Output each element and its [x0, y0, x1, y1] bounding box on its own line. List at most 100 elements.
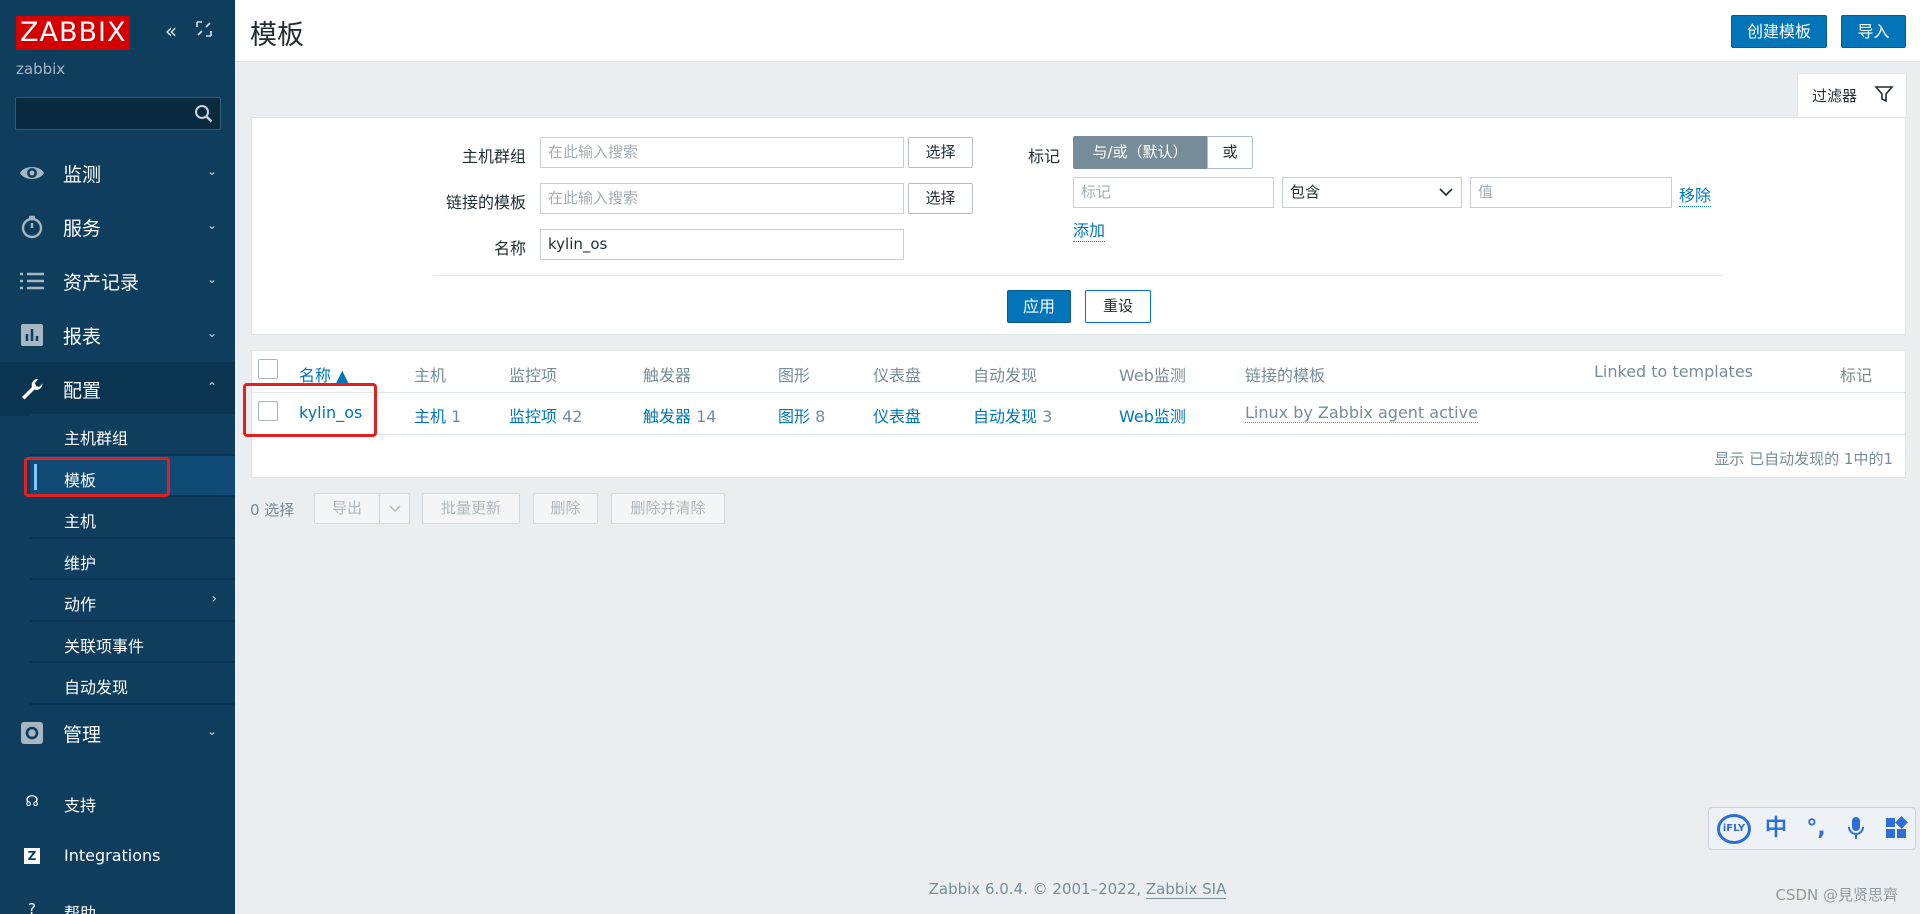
submenu-item-host-groups[interactable]: 主机群组 — [30, 414, 235, 456]
host-groups-label: 主机群组 — [461, 147, 526, 166]
submenu-item-maintenance[interactable]: 维护 — [30, 538, 235, 580]
collapse-sidebar-icon[interactable]: « — [160, 20, 182, 42]
sidebar: ZABBIX « zabbix 监测 ⌄ 服务 ⌄ 资产记录 ⌄ 报表 ⌄ 配置… — [0, 0, 235, 914]
delete-button[interactable]: 删除 — [533, 493, 598, 524]
apply-button[interactable]: 应用 — [1007, 290, 1071, 323]
support-link[interactable]: ☊ 支持 — [0, 782, 235, 822]
column-header-dashboards: 仪表盘 — [873, 366, 922, 385]
menu-item-reports[interactable]: 报表 ⌄ — [0, 308, 235, 362]
submenu-label: 维护 — [64, 553, 97, 573]
support-label: 支持 — [64, 796, 97, 815]
export-button[interactable]: 导出 — [314, 493, 380, 524]
add-tag-link[interactable]: 添加 — [1073, 217, 1106, 242]
submenu-item-templates[interactable]: 模板 — [30, 455, 235, 497]
host-groups-input[interactable]: 在此输入搜索 — [540, 137, 904, 168]
integrations-label: Integrations — [64, 846, 161, 865]
linked-templates-input[interactable]: 在此输入搜索 — [540, 183, 904, 214]
apps-grid-icon[interactable] — [1883, 816, 1909, 842]
column-header-discovery: 自动发现 — [973, 366, 1038, 385]
chevron-down-icon — [1439, 188, 1453, 197]
remove-tag-link[interactable]: 移除 — [1679, 182, 1712, 207]
create-template-button[interactable]: 创建模板 — [1731, 15, 1827, 48]
discovery-link[interactable]: 自动发现 — [973, 407, 1037, 426]
menu-item-monitoring[interactable]: 监测 ⌄ — [0, 146, 235, 200]
stopwatch-icon — [21, 215, 43, 239]
headset-icon: ☊ — [25, 792, 39, 810]
tags-andor-option[interactable]: 与/或（默认） — [1073, 136, 1207, 169]
chevron-right-icon: › — [211, 591, 217, 607]
select-all-checkbox[interactable] — [258, 359, 278, 379]
row-checkbox[interactable] — [258, 401, 278, 421]
search-icon[interactable] — [192, 102, 216, 126]
column-header-linked-templates: 链接的模板 — [1245, 366, 1326, 385]
configuration-submenu: 主机群组 模板 主机 维护 动作 › 关联项事件 自动发现 — [0, 414, 235, 705]
linked-template-link[interactable]: Linux by Zabbix agent active — [1245, 403, 1478, 423]
triggers-count: 14 — [696, 407, 717, 426]
tag-operator-select[interactable]: 包含 — [1282, 177, 1462, 208]
chevron-down-icon: ⌄ — [206, 724, 217, 738]
kiosk-mode-icon[interactable] — [193, 20, 215, 42]
export-dropdown-button[interactable] — [379, 493, 410, 524]
delete-and-clear-button[interactable]: 删除并清除 — [611, 493, 725, 524]
import-button[interactable]: 导入 — [1841, 15, 1906, 48]
menu-item-administration[interactable]: 管理 ⌄ — [0, 706, 235, 760]
submenu-item-discovery[interactable]: 自动发现 — [30, 663, 235, 705]
help-label: 帮助 — [64, 904, 97, 914]
chevron-down-icon: ⌄ — [206, 164, 217, 178]
host-groups-select-button[interactable]: 选择 — [908, 137, 973, 168]
help-link[interactable]: ? 帮助 — [0, 890, 235, 914]
chinese-mode-icon[interactable]: 中 — [1763, 816, 1789, 842]
main-menu: 监测 ⌄ 服务 ⌄ 资产记录 ⌄ 报表 ⌄ 配置 ⌃ — [0, 146, 235, 416]
menu-item-label: 管理 — [63, 724, 102, 746]
app-footer: Zabbix 6.0.4. © 2001–2022, Zabbix SIA — [235, 880, 1920, 899]
linked-templates-select-button[interactable]: 选择 — [908, 183, 973, 214]
submenu-label: 动作 — [64, 595, 97, 614]
items-cell: 监控项 42 — [509, 403, 582, 427]
submenu-item-actions[interactable]: 动作 › — [30, 580, 235, 622]
table-count: 显示 已自动发现的 1中的1 — [1714, 450, 1893, 468]
web-link[interactable]: Web监测 — [1119, 403, 1186, 427]
graphs-cell: 图形 8 — [778, 403, 825, 427]
items-link[interactable]: 监控项 — [509, 407, 557, 426]
mass-update-button[interactable]: 批量更新 — [422, 493, 520, 524]
tags-or-option[interactable]: 或 — [1207, 136, 1253, 169]
tag-value-input[interactable]: 值 — [1470, 177, 1672, 208]
punctuation-icon[interactable]: °, — [1803, 816, 1829, 842]
menu-item-configuration[interactable]: 配置 ⌃ — [0, 362, 235, 416]
submenu-label: 关联项事件 — [64, 636, 145, 656]
footer-link[interactable]: Zabbix SIA — [1145, 880, 1227, 899]
triggers-link[interactable]: 触发器 — [643, 407, 691, 426]
dashboards-link[interactable]: 仪表盘 — [873, 403, 921, 427]
menu-item-services[interactable]: 服务 ⌄ — [0, 200, 235, 254]
menu-item-label: 服务 — [63, 218, 102, 240]
chevron-down-icon: ⌄ — [206, 326, 217, 340]
page-header: 模板 创建模板 导入 — [235, 0, 1920, 62]
logo-row: ZABBIX — [16, 16, 131, 50]
hosts-link[interactable]: 主机 — [414, 407, 446, 426]
submenu-label: 主机 — [64, 512, 97, 531]
zabbix-logo[interactable]: ZABBIX — [16, 16, 131, 50]
menu-item-inventory[interactable]: 资产记录 ⌄ — [0, 254, 235, 308]
column-header-web: Web监测 — [1119, 366, 1186, 385]
filter-tab[interactable]: 过滤器 — [1797, 73, 1907, 118]
linked-templates-label: 链接的模板 — [445, 193, 526, 212]
submenu-item-event-correlation[interactable]: 关联项事件 — [30, 621, 235, 663]
ifly-logo-icon[interactable]: iFLY — [1717, 814, 1751, 844]
name-input[interactable]: kylin_os — [540, 229, 904, 260]
column-header-name[interactable]: 名称 ▲ — [299, 362, 348, 386]
reset-button[interactable]: 重设 — [1085, 290, 1151, 323]
watermark: CSDN @見贤思齊 — [1775, 886, 1898, 904]
graphs-link[interactable]: 图形 — [778, 407, 810, 426]
microphone-icon[interactable] — [1843, 816, 1869, 842]
chevron-up-icon: ⌃ — [206, 380, 217, 394]
submenu-item-hosts[interactable]: 主机 — [30, 497, 235, 539]
chevron-down-icon — [388, 505, 401, 513]
sidebar-search-input[interactable] — [15, 97, 221, 130]
tag-name-input[interactable]: 标记 — [1073, 177, 1274, 208]
filter-tab-label: 过滤器 — [1812, 87, 1858, 105]
integrations-link[interactable]: Z Integrations — [0, 836, 235, 876]
menu-item-label: 资产记录 — [63, 272, 140, 294]
tags-label: 标记 — [1027, 147, 1060, 166]
template-name-link[interactable]: kylin_os — [299, 403, 362, 422]
column-header-tags: 标记 — [1840, 366, 1873, 385]
